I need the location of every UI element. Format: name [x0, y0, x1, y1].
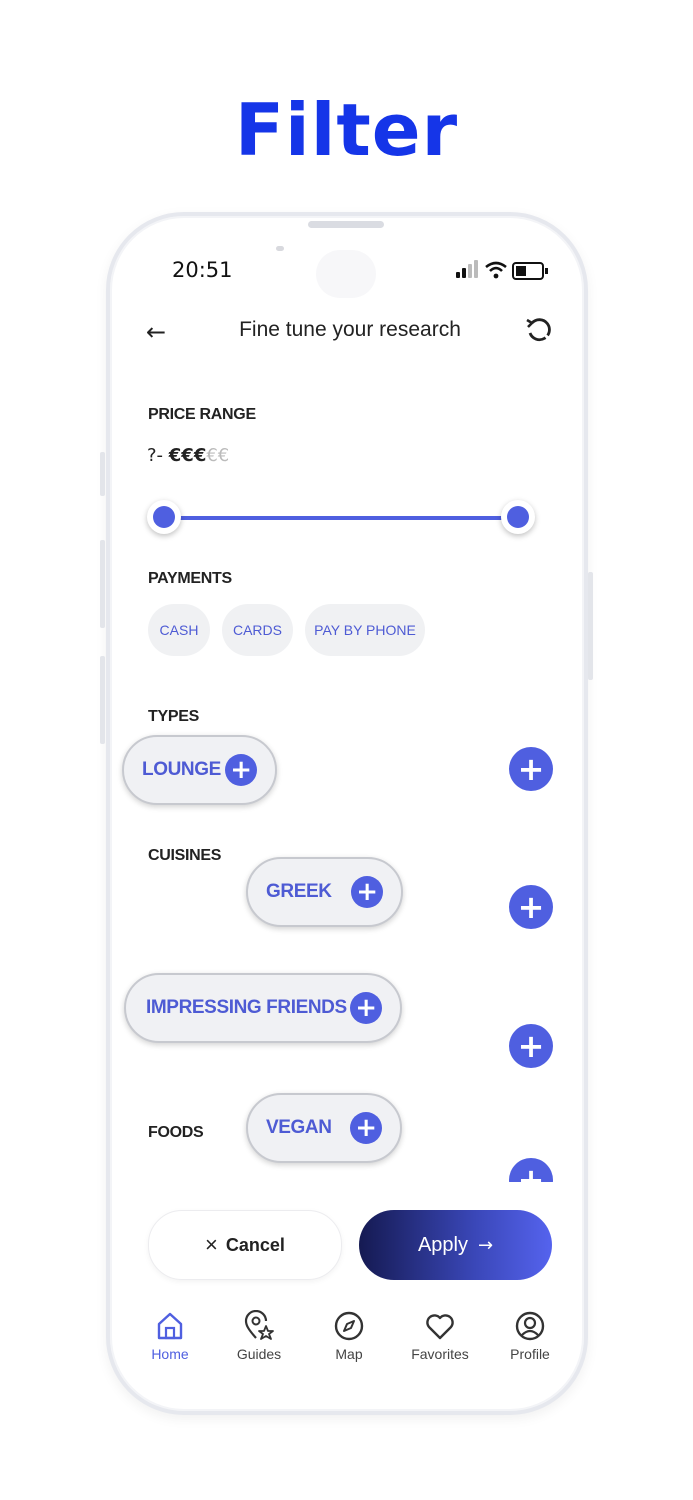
cuisine-chip-label: GREEK: [266, 881, 332, 902]
wifi-icon: [485, 261, 507, 279]
occasion-chip-label: IMPRESSING FRIENDS: [146, 997, 347, 1018]
status-time: 20:51: [172, 258, 233, 282]
price-range-value: ?- €€€€€: [147, 445, 229, 466]
tab-home[interactable]: Home: [130, 1300, 210, 1362]
phone-side-button: [100, 656, 105, 744]
phone-side-button: [588, 572, 593, 680]
price-inactive-symbols: €€: [206, 445, 230, 466]
tab-label: Profile: [510, 1346, 550, 1362]
phone-camera-island: [316, 250, 376, 298]
cancel-button[interactable]: × Cancel: [148, 1210, 342, 1280]
tab-label: Map: [335, 1346, 363, 1362]
add-cuisine-button[interactable]: +: [509, 885, 553, 929]
price-slider-track[interactable]: [164, 516, 518, 520]
tab-label: Guides: [236, 1346, 282, 1362]
signal-icon: [468, 264, 472, 278]
tab-profile[interactable]: Profile: [490, 1300, 570, 1362]
plus-icon: +: [350, 992, 382, 1024]
bottom-tab-bar: Home Guides Map Favorites Profile: [130, 1300, 564, 1380]
add-food-button[interactable]: +: [509, 1158, 553, 1182]
add-occasion-button[interactable]: +: [509, 1024, 553, 1068]
page-title: Fine tune your research: [239, 318, 461, 341]
phone-camera-dot: [276, 246, 284, 251]
phone-side-button: [100, 540, 105, 628]
phone-speaker: [308, 221, 384, 228]
signal-icon: [462, 268, 466, 278]
payment-chip-cash[interactable]: CASH: [148, 604, 210, 656]
plus-icon: +: [225, 754, 257, 786]
arrow-right-icon: →: [477, 1234, 494, 1256]
heart-icon: [426, 1314, 454, 1340]
reset-icon[interactable]: [524, 315, 554, 345]
apply-label: Apply: [417, 1233, 468, 1256]
payment-chip-cards[interactable]: CARDS: [222, 604, 293, 656]
price-slider-max-handle[interactable]: [501, 500, 535, 534]
tab-label: Home: [151, 1346, 189, 1362]
add-food-button-clip: +: [509, 1158, 553, 1182]
compass-icon: [334, 1311, 364, 1341]
tab-map[interactable]: Map: [309, 1300, 389, 1362]
price-range-label: PRICE RANGE: [148, 406, 256, 423]
guides-icon: [244, 1310, 274, 1340]
price-prefix: ?-: [147, 445, 169, 466]
home-icon: [157, 1312, 183, 1340]
back-button[interactable]: ←: [146, 318, 166, 346]
payment-chip-pay-by-phone[interactable]: PAY BY PHONE: [305, 604, 425, 656]
signal-icon: [474, 260, 478, 278]
close-icon: ×: [205, 1232, 218, 1257]
tab-favorites[interactable]: Favorites: [400, 1300, 480, 1362]
food-chip-label: VEGAN: [266, 1117, 332, 1138]
cancel-label: Cancel: [225, 1234, 285, 1255]
profile-icon: [515, 1311, 545, 1341]
battery-icon: [512, 262, 548, 280]
phone-side-button: [100, 452, 105, 496]
status-icons: [452, 260, 552, 282]
cuisines-label: CUISINES: [148, 847, 222, 864]
price-slider-min-handle[interactable]: [147, 500, 181, 534]
price-active-symbols: €€€: [168, 445, 207, 466]
plus-icon: +: [350, 1112, 382, 1144]
tab-label: Favorites: [411, 1346, 469, 1362]
occasion-chip-impressing-friends[interactable]: IMPRESSING FRIENDS +: [124, 973, 402, 1043]
type-chip-lounge[interactable]: LOUNGE +: [122, 735, 277, 805]
type-chip-label: LOUNGE: [142, 759, 221, 780]
apply-button[interactable]: Apply →: [359, 1210, 552, 1280]
tab-guides[interactable]: Guides: [219, 1300, 299, 1362]
foods-label: FOODS: [148, 1124, 204, 1141]
cuisine-chip-greek[interactable]: GREEK +: [246, 857, 403, 927]
types-label: TYPES: [148, 708, 199, 725]
plus-icon: +: [351, 876, 383, 908]
food-chip-vegan[interactable]: VEGAN +: [246, 1093, 402, 1163]
add-type-button[interactable]: +: [509, 747, 553, 791]
payments-label: PAYMENTS: [148, 570, 232, 587]
signal-icon: [456, 272, 460, 278]
page-headline: Filter: [234, 88, 459, 172]
